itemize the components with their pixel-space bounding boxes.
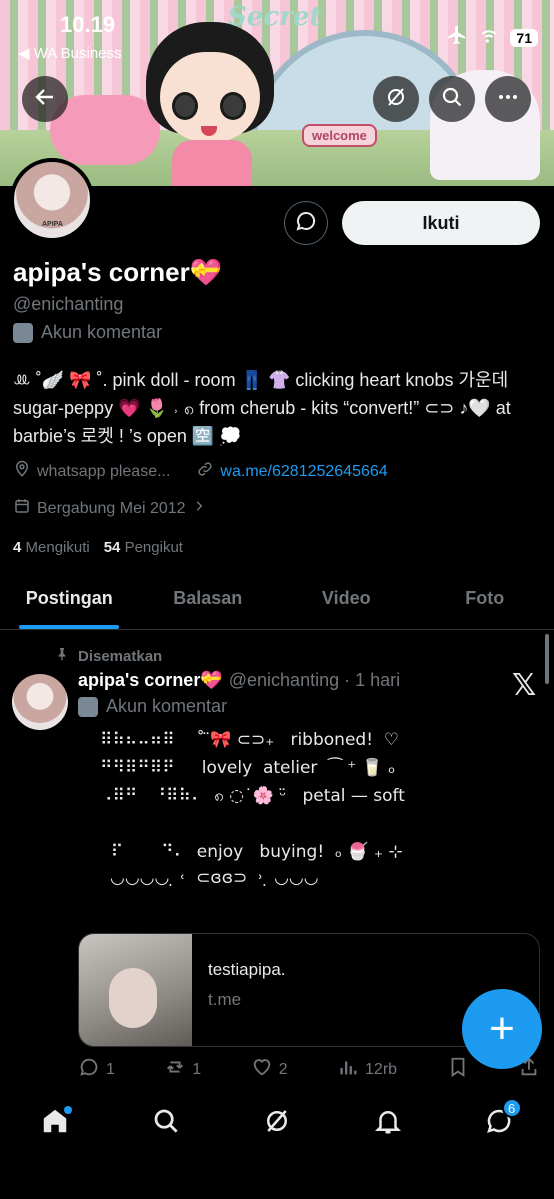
scrollbar[interactable] bbox=[545, 634, 549, 684]
account-label-text: Akun komentar bbox=[41, 322, 163, 342]
search-button[interactable] bbox=[429, 76, 475, 122]
website-link[interactable]: wa.me/6281252645664 bbox=[220, 463, 387, 481]
tab-video[interactable]: Video bbox=[277, 580, 416, 629]
joined-text: Bergabung Mei 2012 bbox=[37, 499, 186, 517]
heart-icon bbox=[251, 1056, 273, 1083]
post-header: apipa's corner💝 @enichanting · 1 hari bbox=[78, 670, 400, 691]
repost-count: 1 bbox=[192, 1060, 202, 1078]
calendar-icon bbox=[13, 497, 31, 520]
reply-button[interactable]: 1 bbox=[78, 1056, 115, 1083]
status-time: 10.19 bbox=[60, 12, 116, 37]
joined-date: Bergabung Mei 2012 bbox=[13, 497, 206, 520]
post-author-name[interactable]: apipa's corner💝 bbox=[78, 670, 223, 691]
banner-doll-eye-right bbox=[220, 92, 246, 120]
reply-icon bbox=[78, 1056, 100, 1083]
message-bubble-icon bbox=[294, 209, 318, 238]
profile-avatar[interactable]: APIPA bbox=[10, 158, 94, 242]
reply-count: 1 bbox=[106, 1060, 115, 1078]
airplane-icon bbox=[446, 24, 468, 51]
more-dots-icon bbox=[496, 85, 520, 114]
profile-tabs: Postingan Balasan Video Foto bbox=[0, 580, 554, 630]
search-icon bbox=[151, 1106, 181, 1141]
post-author-handle[interactable]: @enichanting · 1 hari bbox=[229, 670, 400, 691]
profile-bio: ꔛ ˚🪽 🎀 ˚. pink doll - room 👖 👚 clicking … bbox=[13, 370, 511, 446]
plus-icon: + bbox=[489, 1004, 515, 1053]
post-body-text: ⠿⠷⠦⠤⠶⠿ ˚ ̈🎀 ⊂⊃₊ ribboned! ♡ ⠛⠻⠿⠛⠿⠟ lovel… bbox=[100, 730, 405, 862]
banner-welcome-sign: welcome bbox=[302, 124, 377, 147]
chevron-right-icon[interactable] bbox=[192, 499, 206, 518]
avatar-tag-text: APIPA bbox=[42, 221, 63, 228]
post-ornament-line: ◡◡◡◡ ̣ ˓ ⊂ɞɞ⊃ ˒ ̣ ◡◡◡ bbox=[110, 868, 319, 888]
account-label: Akun komentar bbox=[13, 322, 162, 343]
bookmark-icon bbox=[447, 1056, 469, 1083]
grok-icon bbox=[262, 1106, 292, 1141]
repost-button[interactable]: 1 bbox=[164, 1056, 201, 1083]
battery-indicator: 71 bbox=[510, 28, 538, 47]
search-icon bbox=[440, 85, 464, 114]
wifi-icon bbox=[478, 24, 500, 51]
profile-name: apipa's corner💝 bbox=[13, 257, 223, 287]
follow-stats: 4 Mengikuti 54 Pengikut bbox=[13, 539, 183, 556]
pin-icon bbox=[54, 646, 70, 666]
nav-search[interactable] bbox=[141, 1098, 191, 1148]
link-preview-thumbnail bbox=[79, 934, 192, 1046]
repost-icon bbox=[164, 1056, 186, 1083]
like-count: 2 bbox=[278, 1060, 288, 1078]
compose-post-button[interactable]: + bbox=[462, 989, 542, 1069]
arrow-left-icon bbox=[33, 85, 57, 114]
view-count: 12rb bbox=[365, 1060, 398, 1078]
tab-posts[interactable]: Postingan bbox=[0, 580, 139, 629]
link-preview-body: testiapipa. t.me bbox=[192, 934, 302, 1046]
message-button[interactable] bbox=[284, 201, 328, 245]
grok-button[interactable] bbox=[373, 76, 419, 122]
bell-icon bbox=[373, 1106, 403, 1141]
bookmark-button[interactable] bbox=[447, 1056, 469, 1083]
pinned-indicator: Disematkan bbox=[54, 646, 162, 666]
mask-icon bbox=[13, 322, 33, 343]
bar-chart-icon bbox=[337, 1056, 359, 1083]
location-pin-icon bbox=[13, 460, 31, 483]
banner-doll-eye-left bbox=[172, 92, 198, 120]
banner-sign: Secret bbox=[228, 2, 322, 32]
post-actions: 1 1 2 12rb bbox=[78, 1056, 540, 1083]
pinned-label: Disematkan bbox=[78, 647, 163, 665]
banner-doll-body bbox=[172, 140, 252, 186]
back-button[interactable] bbox=[22, 76, 68, 122]
views-button[interactable]: 12rb bbox=[337, 1056, 397, 1083]
followers-stat[interactable]: 54 Pengikut bbox=[104, 539, 183, 556]
post-account-label-text: Akun komentar bbox=[106, 696, 228, 716]
mask-icon bbox=[78, 696, 98, 717]
location-text: whatsapp please... bbox=[37, 462, 171, 480]
nav-grok[interactable] bbox=[252, 1098, 302, 1148]
status-icons: 71 bbox=[446, 24, 538, 51]
profile-meta: whatsapp please... wa.me/6281252645664 bbox=[13, 460, 388, 483]
tab-replies[interactable]: Balasan bbox=[139, 580, 278, 629]
tab-photos[interactable]: Foto bbox=[416, 580, 554, 629]
link-preview-domain: t.me bbox=[208, 990, 242, 1009]
follow-button[interactable]: Ikuti bbox=[342, 201, 540, 245]
nav-notifications[interactable] bbox=[363, 1098, 413, 1148]
link-icon bbox=[196, 460, 214, 483]
messages-badge: 6 bbox=[501, 1098, 522, 1118]
like-button[interactable]: 2 bbox=[251, 1056, 288, 1083]
bottom-navigation: 6 bbox=[0, 1084, 554, 1199]
post-account-label: Akun komentar bbox=[78, 696, 227, 717]
grok-icon bbox=[384, 85, 408, 114]
more-options-button[interactable] bbox=[485, 76, 531, 122]
nav-home[interactable] bbox=[30, 1098, 80, 1148]
profile-handle: @enichanting bbox=[13, 294, 124, 314]
link-preview-title: testiapipa. bbox=[208, 960, 286, 979]
following-stat[interactable]: 4 Mengikuti bbox=[13, 539, 90, 556]
x-logo-icon: 𝕏 bbox=[512, 668, 537, 703]
nav-messages[interactable]: 6 bbox=[474, 1098, 524, 1148]
post-author-avatar[interactable] bbox=[12, 674, 68, 730]
home-unread-dot bbox=[64, 1106, 73, 1114]
back-to-app-link[interactable]: ◀ WA Business bbox=[18, 44, 122, 62]
